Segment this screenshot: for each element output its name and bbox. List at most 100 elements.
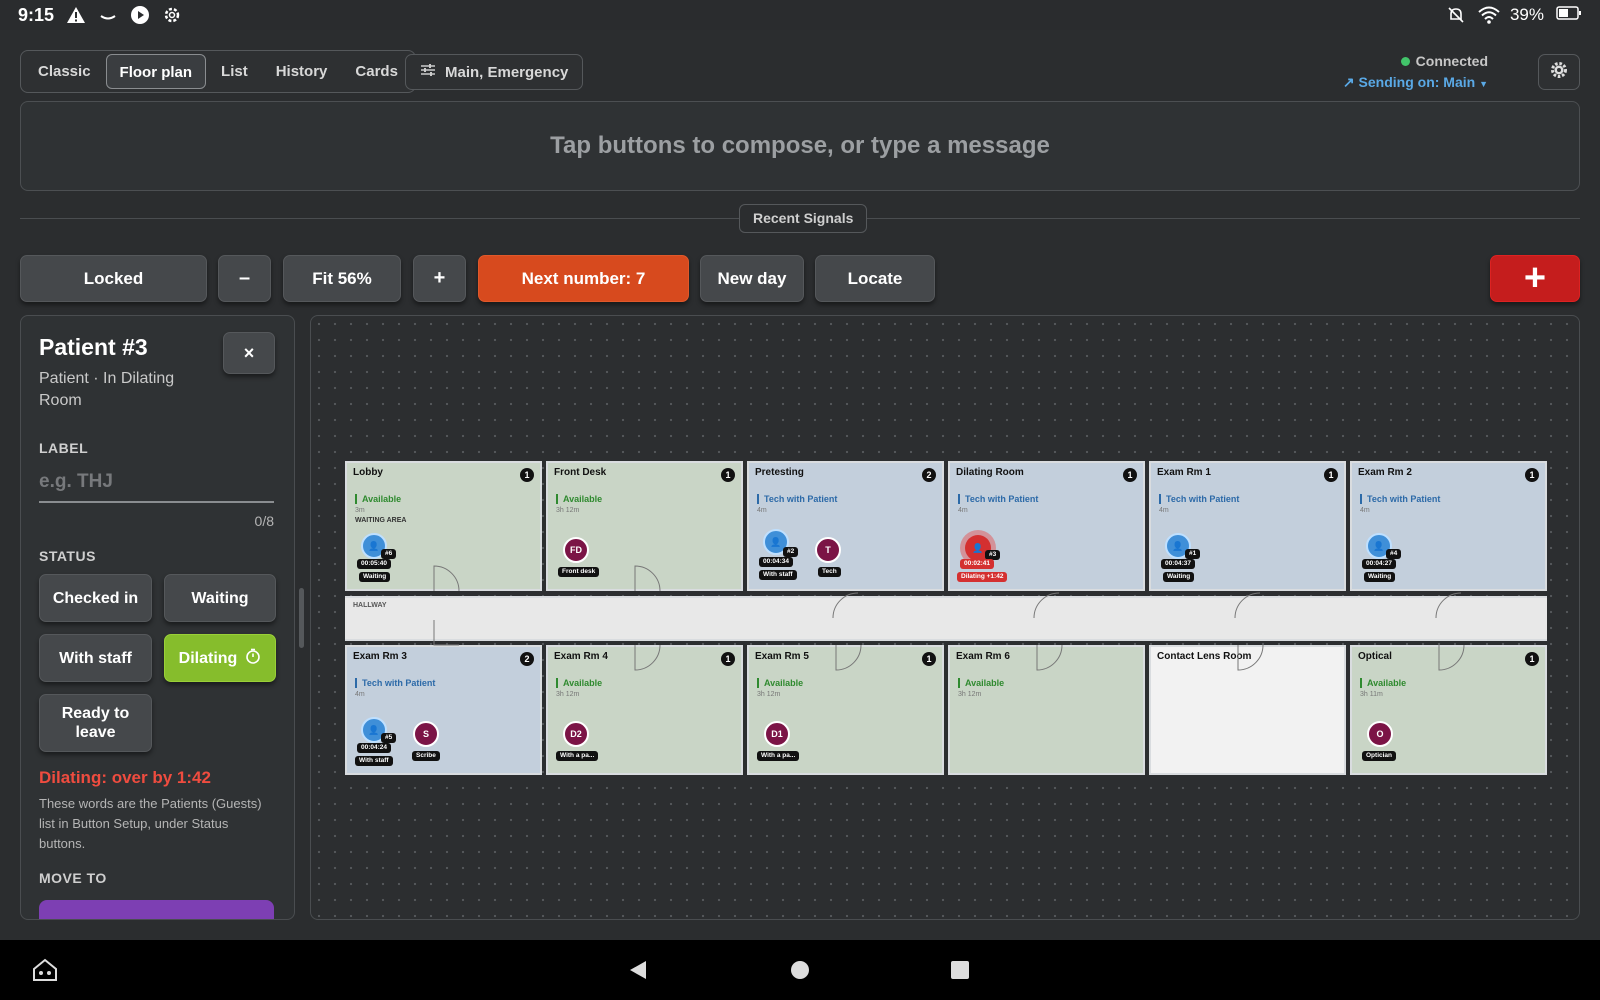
tab-list[interactable]: List xyxy=(208,54,261,89)
room-exam-rm-1[interactable]: Exam Rm 1 1 Tech with Patient 4m 👤 #1 00… xyxy=(1149,461,1346,591)
staff-token[interactable]: O xyxy=(1367,721,1393,747)
sending-channel-selector[interactable]: ↗ Sending on: Main ▼ xyxy=(1343,74,1488,91)
home-launcher-icon[interactable] xyxy=(32,958,58,987)
room-count-badge: 1 xyxy=(721,468,735,482)
room-name: Pretesting xyxy=(755,467,804,478)
user-icon: 👤 xyxy=(368,540,380,551)
locate-button[interactable]: Locate xyxy=(815,255,935,302)
room-count-badge: 1 xyxy=(1324,468,1338,482)
room-exam-rm-3[interactable]: Exam Rm 3 2 Tech with Patient 4m 👤 #5 00… xyxy=(345,645,542,775)
room-contact-lens-room[interactable]: Contact Lens Room xyxy=(1149,645,1346,775)
close-panel-button[interactable]: × xyxy=(223,332,275,374)
tab-floor-plan[interactable]: Floor plan xyxy=(105,54,207,89)
room-count-badge: 2 xyxy=(520,652,534,666)
room-front-desk[interactable]: Front Desk 1 Available 3h 12m FD Front d… xyxy=(546,461,743,591)
status-dilating-button[interactable]: Dilating xyxy=(164,634,276,682)
channel-filter-button[interactable]: Main, Emergency xyxy=(405,54,584,90)
staff-token[interactable]: S xyxy=(413,721,439,747)
room-time: 3h 12m xyxy=(757,691,781,698)
room-name: Lobby xyxy=(353,467,383,478)
settings-button[interactable] xyxy=(1538,54,1580,90)
play-icon xyxy=(130,5,150,25)
new-day-button[interactable]: New day xyxy=(700,255,804,302)
compose-message-box[interactable]: Tap buttons to compose, or type a messag… xyxy=(20,101,1580,191)
lock-button[interactable]: Locked xyxy=(20,255,207,302)
room-name: Dilating Room xyxy=(956,467,1024,478)
patient-number-tag: #4 xyxy=(1386,549,1402,559)
patient-number-tag: #2 xyxy=(783,547,799,557)
room-name: Contact Lens Room xyxy=(1157,651,1252,662)
room-name: Exam Rm 5 xyxy=(755,651,809,662)
move-to-lobby-button[interactable] xyxy=(39,900,274,919)
staff-token[interactable]: D2 xyxy=(563,721,589,747)
sliders-icon xyxy=(420,63,436,81)
room-optical[interactable]: Optical 1 Available 3h 11m O Optician xyxy=(1350,645,1547,775)
room-count-badge: 1 xyxy=(922,652,936,666)
patient-status-tag: With staff xyxy=(759,570,797,580)
timer-icon xyxy=(245,648,261,669)
room-count-badge: 1 xyxy=(1525,468,1539,482)
user-icon: 👤 xyxy=(770,536,782,547)
room-time: 4m xyxy=(757,507,767,514)
tab-cards[interactable]: Cards xyxy=(342,54,411,89)
gear-icon xyxy=(1549,60,1569,85)
room-status: Tech with Patient xyxy=(355,678,435,688)
hallway-label: HALLWAY xyxy=(353,602,387,609)
chevron-down-icon: ▼ xyxy=(1479,79,1488,89)
status-waiting-button[interactable]: Waiting xyxy=(164,574,276,622)
staff-token[interactable]: FD xyxy=(563,537,589,563)
room-count-badge: 1 xyxy=(1525,652,1539,666)
room-dilating-room[interactable]: Dilating Room 1 Tech with Patient 4m 👤 #… xyxy=(948,461,1145,591)
room-pretesting[interactable]: Pretesting 2 Tech with Patient 4m 👤 #2 0… xyxy=(747,461,944,591)
label-input[interactable] xyxy=(39,463,274,503)
room-time: 4m xyxy=(1360,507,1370,514)
room-status: Tech with Patient xyxy=(1360,494,1440,504)
overdue-warning: Dilating: over by 1:42 xyxy=(39,768,211,787)
zoom-in-button[interactable]: + xyxy=(413,255,466,302)
status-ready-to-leave-button[interactable]: Ready to leave xyxy=(39,694,152,752)
room-exam-rm-5[interactable]: Exam Rm 5 1 Available 3h 12m D1 With a p… xyxy=(747,645,944,775)
view-tabs: Classic Floor plan List History Cards xyxy=(20,50,416,93)
next-number-button[interactable]: Next number: 7 xyxy=(478,255,689,302)
back-icon[interactable] xyxy=(628,960,648,985)
room-name: Front Desk xyxy=(554,467,607,478)
patient-status-tag: With staff xyxy=(355,756,393,766)
tab-classic[interactable]: Classic xyxy=(25,54,104,89)
room-status: Available xyxy=(355,494,401,504)
room-time: 4m xyxy=(1159,507,1169,514)
room-count-badge: 2 xyxy=(922,468,936,482)
panel-scrollbar[interactable] xyxy=(299,588,304,648)
room-status: Available xyxy=(757,678,803,688)
patient-timer: 00:04:37 xyxy=(1161,559,1196,569)
recents-icon[interactable] xyxy=(950,960,970,985)
patient-status-tag: Waiting xyxy=(1163,572,1195,582)
room-exam-rm-2[interactable]: Exam Rm 2 1 Tech with Patient 4m 👤 #4 00… xyxy=(1350,461,1547,591)
staff-token[interactable]: D1 xyxy=(764,721,790,747)
status-checked-in-button[interactable]: Checked in xyxy=(39,574,152,622)
fit-zoom-button[interactable]: Fit 56% xyxy=(283,255,401,302)
room-exam-rm-6[interactable]: Exam Rm 6 Available 3h 12m xyxy=(948,645,1145,775)
room-name: Exam Rm 3 xyxy=(353,651,407,662)
user-icon: 👤 xyxy=(1373,540,1385,551)
patient-detail-panel: Patient #3 Patient · In Dilating Room × … xyxy=(20,315,295,920)
tab-history[interactable]: History xyxy=(263,54,341,89)
room-area: WAITING AREA xyxy=(355,517,407,524)
staff-role-tag: Optician xyxy=(1362,751,1397,761)
room-exam-rm-4[interactable]: Exam Rm 4 1 Available 3h 12m D2 With a p… xyxy=(546,645,743,775)
patient-location: Patient · In Dilating Room xyxy=(39,370,175,409)
status-with-staff-button[interactable]: With staff xyxy=(39,634,152,682)
room-count-badge: 1 xyxy=(721,652,735,666)
label-heading: LABEL xyxy=(39,440,89,456)
zoom-out-button[interactable]: – xyxy=(218,255,271,302)
patient-status-tag: Waiting xyxy=(359,572,391,582)
room-lobby[interactable]: Lobby 1 Available 3m WAITING AREA 👤 #6 0… xyxy=(345,461,542,591)
sending-channel-label: Sending on: Main xyxy=(1358,74,1476,90)
staff-token[interactable]: T xyxy=(815,537,841,563)
home-icon[interactable] xyxy=(790,960,810,985)
recent-signals-button[interactable]: Recent Signals xyxy=(739,204,868,233)
compose-placeholder: Tap buttons to compose, or type a messag… xyxy=(550,132,1050,159)
add-button[interactable]: + xyxy=(1490,255,1580,302)
user-icon: 👤 xyxy=(1172,540,1184,551)
room-time: 4m xyxy=(355,691,365,698)
room-time: 3h 12m xyxy=(958,691,982,698)
